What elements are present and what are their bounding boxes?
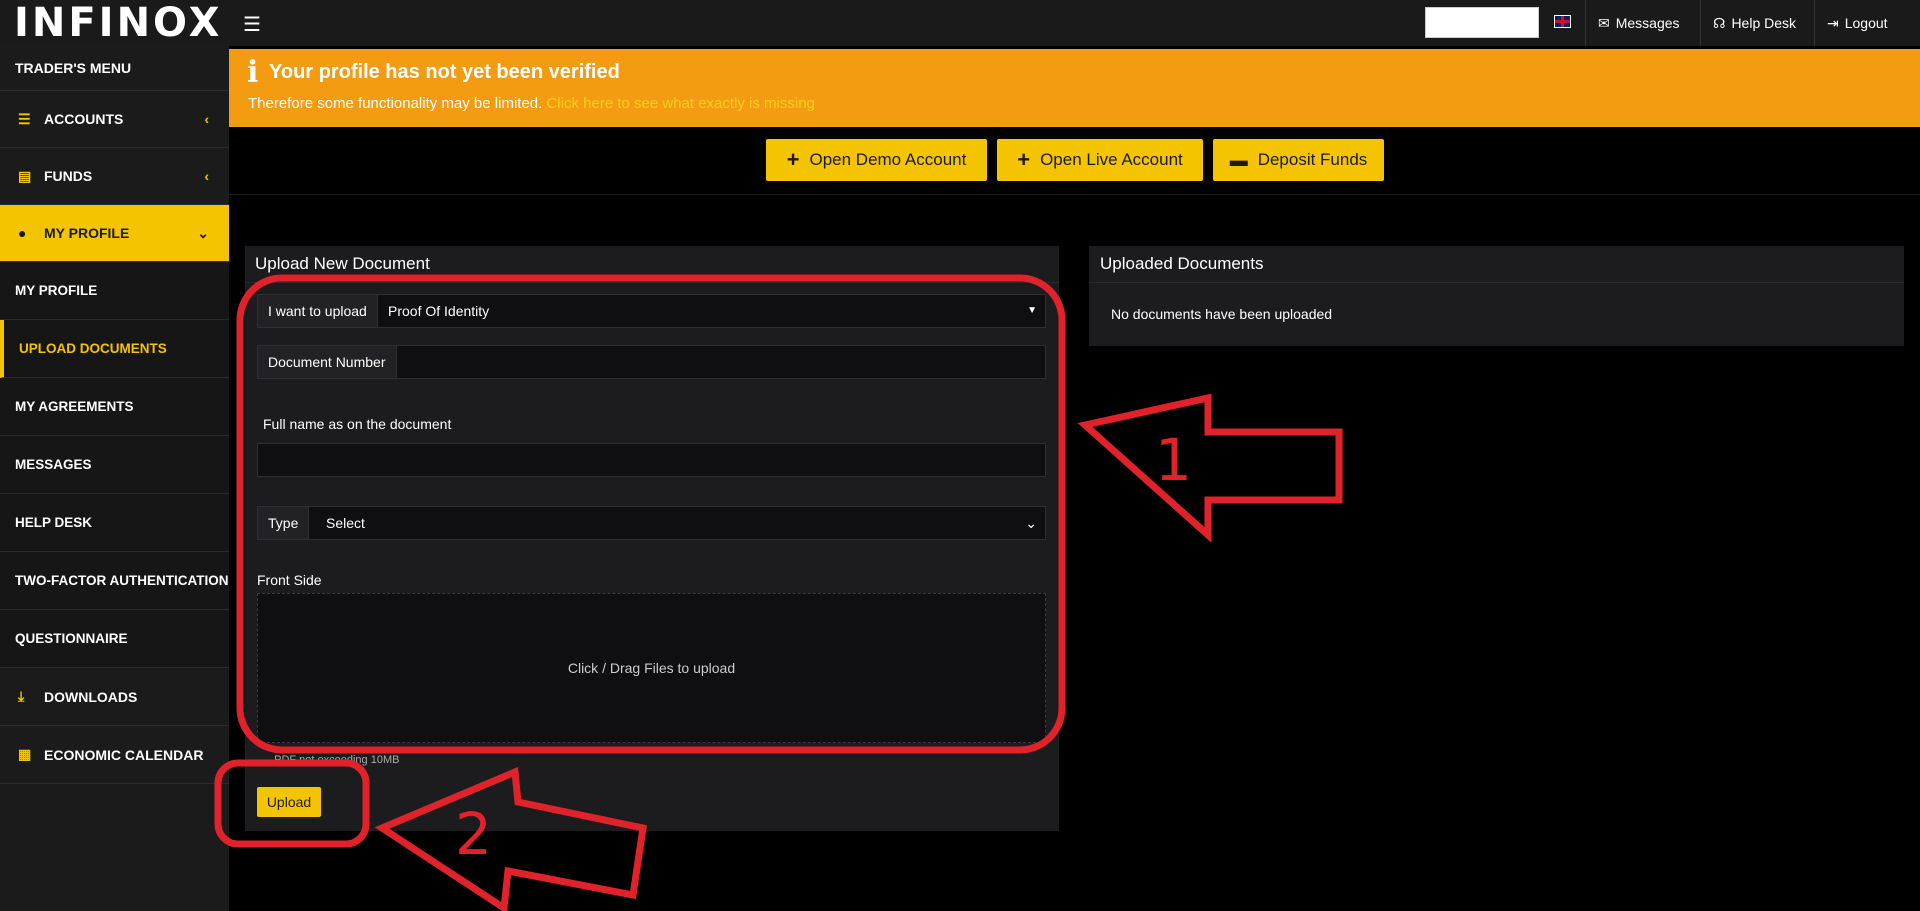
help-desk-label: Help Desk: [1731, 15, 1797, 31]
uploaded-documents-panel: Uploaded Documents No documents have bee…: [1089, 246, 1904, 346]
sidebar-item-economic-calendar[interactable]: ▦ ECONOMIC CALENDAR: [0, 726, 229, 784]
headset-icon: ☊: [1713, 14, 1726, 31]
language-select-box[interactable]: [1425, 7, 1539, 38]
sidebar-sub-my-profile[interactable]: MY PROFILE: [0, 262, 229, 320]
chevron-down-icon: ⌄: [197, 224, 209, 241]
sidebar-item-label: MY PROFILE: [44, 225, 130, 241]
uk-flag-icon[interactable]: [1554, 15, 1571, 28]
logout-icon: ⇥: [1827, 14, 1839, 31]
infinox-logo[interactable]: INFINOX: [14, 2, 222, 44]
sidebar-sub-messages[interactable]: MESSAGES: [0, 436, 229, 494]
panel-header: Uploaded Documents: [1089, 246, 1904, 283]
logout-label: Logout: [1844, 15, 1888, 31]
document-type-value: Proof Of Identity: [388, 303, 490, 319]
sidebar-item-my-profile[interactable]: ● MY PROFILE ⌄: [0, 205, 229, 262]
sidebar-sub-upload-documents[interactable]: UPLOAD DOCUMENTS: [0, 320, 229, 378]
sidebar-item-downloads[interactable]: ⤓ DOWNLOADS: [0, 668, 229, 726]
type-label: Type: [258, 507, 310, 539]
chevron-left-icon: ‹: [204, 168, 209, 184]
verification-banner: i Your profile has not yet been verified…: [229, 49, 1920, 127]
sidebar-sub-two-factor[interactable]: TWO-FACTOR AUTHENTICATION: [0, 552, 229, 610]
sidebar-item-accounts[interactable]: ☰ ACCOUNTS ‹: [0, 91, 229, 148]
chevron-down-icon: ⌄: [1025, 515, 1037, 531]
user-icon: ●: [18, 225, 27, 241]
top-bar: INFINOX ☰ ✉ Messages ☊ Help Desk ⇥ Logou…: [0, 0, 1920, 46]
document-number-label: Document Number: [258, 346, 397, 378]
sidebar-sub-questionnaire[interactable]: QUESTIONNAIRE: [0, 610, 229, 668]
wallet-icon: ▤: [18, 167, 32, 184]
sidebar-item-funds[interactable]: ▤ FUNDS ‹: [0, 148, 229, 205]
calendar-icon: ▦: [18, 746, 32, 762]
banner-message: Therefore some functionality may be limi…: [248, 95, 543, 112]
dropzone-text: Click / Drag Files to upload: [567, 660, 736, 676]
deposit-funds-button[interactable]: ▬ Deposit Funds: [1213, 139, 1384, 181]
full-name-input[interactable]: [257, 443, 1046, 477]
sidebar-item-label: ACCOUNTS: [44, 111, 124, 127]
messages-link[interactable]: ✉ Messages: [1585, 0, 1692, 46]
full-name-label: Full name as on the document: [263, 416, 452, 432]
document-type-select[interactable]: I want to upload Proof Of Identity ▼: [257, 294, 1046, 328]
chevron-left-icon: ‹: [204, 111, 209, 127]
deposit-funds-label: Deposit Funds: [1257, 150, 1368, 169]
info-icon: i: [247, 55, 259, 90]
download-icon: ⤓: [18, 688, 25, 704]
open-demo-account-button[interactable]: + Open Demo Account: [766, 139, 987, 181]
no-documents-text: No documents have been uploaded: [1111, 306, 1333, 322]
plus-icon: +: [786, 147, 800, 172]
document-number-field[interactable]: Document Number: [257, 345, 1046, 379]
sidebar-item-label: FUNDS: [44, 168, 93, 184]
sidebar-item-label: DOWNLOADS: [44, 688, 138, 705]
banner-text: Therefore some functionality may be limi…: [248, 95, 815, 112]
sidebar-item-label: ECONOMIC CALENDAR: [44, 746, 204, 763]
plus-icon: +: [1017, 147, 1031, 172]
panel-header: Upload New Document: [245, 246, 1059, 283]
caret-down-icon: ▼: [1027, 305, 1037, 316]
annotation-number-1: 1: [1155, 426, 1192, 494]
sidebar-sub-help-desk[interactable]: HELP DESK: [0, 494, 229, 552]
sidebar-heading: TRADER'S MENU: [0, 46, 229, 91]
sidebar: TRADER'S MENU ☰ ACCOUNTS ‹ ▤ FUNDS ‹ ● M…: [0, 46, 229, 911]
sidebar-sub-my-agreements[interactable]: MY AGREEMENTS: [0, 378, 229, 436]
open-live-account-label: Open Live Account: [1040, 150, 1183, 169]
annotation-number-2: 2: [455, 800, 492, 868]
banner-title: Your profile has not yet been verified: [269, 61, 620, 83]
missing-info-link[interactable]: Click here to see what exactly is missin…: [546, 95, 814, 112]
annotation-arrow-1: [1077, 393, 1343, 543]
panel-title: Upload New Document: [255, 254, 430, 273]
envelope-icon: ✉: [1598, 14, 1610, 31]
type-value: Select: [326, 515, 365, 531]
messages-label: Messages: [1615, 15, 1680, 31]
file-dropzone[interactable]: Click / Drag Files to upload: [257, 593, 1046, 743]
list-icon: ☰: [18, 110, 31, 127]
divider: [229, 194, 1920, 195]
credit-card-icon: ▬: [1229, 149, 1248, 170]
hamburger-icon[interactable]: ☰: [243, 12, 261, 37]
open-demo-account-label: Open Demo Account: [809, 150, 967, 169]
panel-title: Uploaded Documents: [1100, 254, 1264, 273]
front-side-label: Front Side: [257, 572, 322, 588]
upload-button[interactable]: Upload: [257, 787, 321, 817]
type-select[interactable]: Type Select ⌄: [257, 506, 1046, 540]
logout-link[interactable]: ⇥ Logout: [1814, 0, 1900, 46]
help-desk-link[interactable]: ☊ Help Desk: [1700, 0, 1808, 46]
i-want-to-upload-label: I want to upload: [258, 295, 378, 327]
open-live-account-button[interactable]: + Open Live Account: [997, 139, 1203, 181]
upload-document-panel: Upload New Document I want to upload Pro…: [245, 246, 1059, 831]
file-format-hint: …, PDF not exceeding 10MB: [257, 754, 400, 766]
